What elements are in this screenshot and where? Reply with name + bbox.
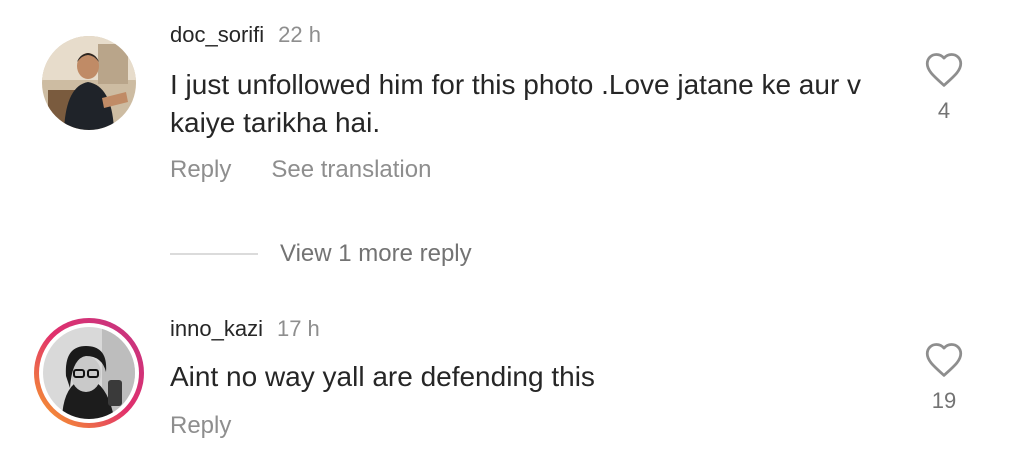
comment-text: I just unfollowed him for this photo .Lo…	[170, 69, 862, 138]
comment-item: doc_sorifi 22 h I just unfollowed him for…	[0, 0, 1024, 200]
like-group: 4	[914, 50, 974, 124]
user-photo	[42, 36, 136, 130]
divider-line	[170, 253, 258, 255]
avatar[interactable]	[42, 36, 136, 130]
timestamp: 22 h	[278, 22, 321, 47]
comment-text: Aint no way yall are defending this	[170, 361, 595, 392]
username[interactable]: inno_kazi	[170, 316, 263, 341]
comment-item: inno_kazi 17 h Aint no way yall are defen…	[0, 300, 1024, 466]
like-group: 19	[914, 340, 974, 414]
comment-actions: Reply	[170, 412, 231, 440]
heart-outline-icon[interactable]	[923, 50, 965, 88]
heart-outline-icon[interactable]	[923, 340, 965, 378]
like-count: 19	[931, 388, 957, 413]
reply-button[interactable]: Reply	[170, 412, 231, 440]
avatar[interactable]	[32, 316, 146, 430]
comment-actions: Reply See translation	[170, 156, 431, 184]
view-more-replies-label[interactable]: View 1 more reply	[280, 240, 472, 268]
see-translation-button[interactable]: See translation	[271, 156, 431, 184]
timestamp: 17 h	[276, 316, 320, 341]
comment-meta: inno_kazi 17 h	[170, 316, 320, 342]
like-count: 4	[937, 98, 951, 123]
comment-meta: doc_sorifi 22 h	[170, 22, 321, 48]
story-ring-avatar	[34, 318, 144, 428]
reply-button[interactable]: Reply	[170, 156, 231, 184]
view-more-replies[interactable]: View 1 more reply	[170, 238, 472, 270]
username[interactable]: doc_sorifi	[170, 22, 264, 47]
